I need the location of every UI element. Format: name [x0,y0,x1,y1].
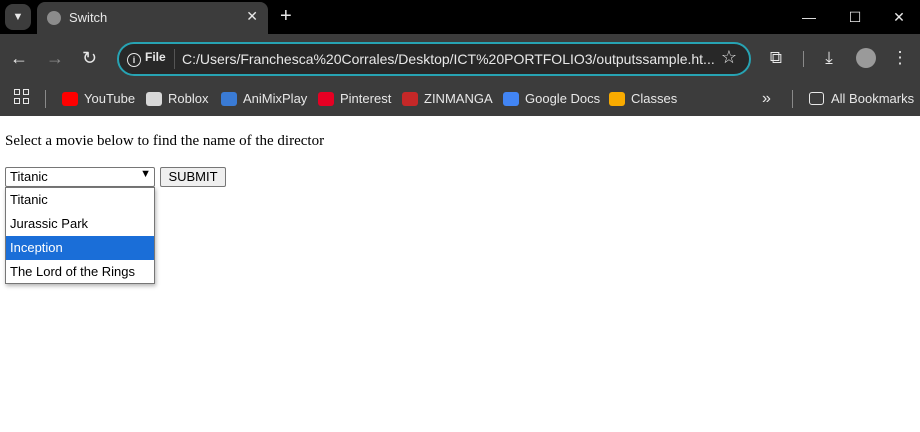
dropdown-option[interactable]: Inception [6,236,154,260]
extensions-icon[interactable]: ⧉ [764,46,788,70]
page-content: Select a movie below to find the name of… [0,116,920,432]
submit-button[interactable]: SUBMIT [160,167,226,187]
pinterest-icon [318,92,334,106]
reload-button[interactable]: ↻ [82,46,97,70]
dropdown-option[interactable]: The Lord of the Rings [6,260,154,284]
address-bar[interactable]: i File C:/Users/Franchesca%20Corrales/Des… [117,42,751,76]
chip-divider [174,49,175,69]
zinmanga-icon [402,92,418,106]
browser-toolbar: ← → ↻ i File C:/Users/Franchesca%20Corral… [0,34,920,82]
url-text[interactable]: C:/Users/Franchesca%20Corrales/Desktop/I… [182,51,715,67]
prompt-text: Select a movie below to find the name of… [5,133,325,149]
movie-select[interactable]: Titanic ▼ [5,167,155,187]
bookmarks-divider [792,90,793,108]
info-icon: i [127,53,141,67]
more-bookmarks-icon[interactable]: » [762,88,771,110]
apps-grid-icon[interactable] [14,89,30,105]
bookmark-label: YouTube [84,91,136,106]
dropdown-option[interactable]: Titanic [6,188,154,212]
tab-search-button[interactable]: ▼ [5,4,31,30]
tab-strip: ▼ Switch ✕ + — ☐ ✕ [0,0,920,34]
bookmarks-divider [45,90,46,108]
browser-tab[interactable]: Switch ✕ [37,2,268,34]
close-window-button[interactable]: ✕ [876,2,920,32]
maximize-button[interactable]: ☐ [832,2,878,32]
site-info-chip[interactable]: i File [127,50,166,67]
movie-dropdown-list: Titanic Jurassic Park Inception The Lord of… [5,187,155,284]
back-button[interactable]: ← [10,46,28,70]
youtube-icon [62,92,78,106]
bookmark-star-icon[interactable]: ☆ [721,47,737,68]
google-classroom-icon [609,92,625,106]
profile-avatar[interactable] [856,48,876,68]
forward-button[interactable]: → [46,46,64,70]
selected-movie: Titanic [10,169,48,184]
bookmark-label: Google Docs [525,91,601,106]
bookmark-label: Pinterest [340,91,392,106]
dropdown-option[interactable]: Jurassic Park [6,212,154,236]
toolbar-divider [803,51,804,67]
menu-icon[interactable]: ⋮ [888,46,912,70]
bookmark-label: Classes [631,91,678,106]
minimize-button[interactable]: — [786,2,832,32]
new-tab-button[interactable]: + [280,4,292,28]
chevron-down-icon: ▼ [140,168,151,180]
google-docs-icon [503,92,519,106]
tab-title: Switch [69,10,108,25]
bookmarks-bar: YouTube Roblox AniMixPlay Pinterest ZINMANGA… [0,82,920,116]
roblox-icon [146,92,162,106]
globe-icon [47,11,61,25]
bookmark-label: Roblox [168,91,209,106]
animixplay-icon [221,92,237,106]
bookmark-label: ZINMANGA [424,91,493,106]
bookmark-label: AniMixPlay [243,91,308,106]
download-icon[interactable]: ⤓ [817,46,841,70]
folder-icon [809,92,824,105]
close-tab-icon[interactable]: ✕ [246,8,258,25]
